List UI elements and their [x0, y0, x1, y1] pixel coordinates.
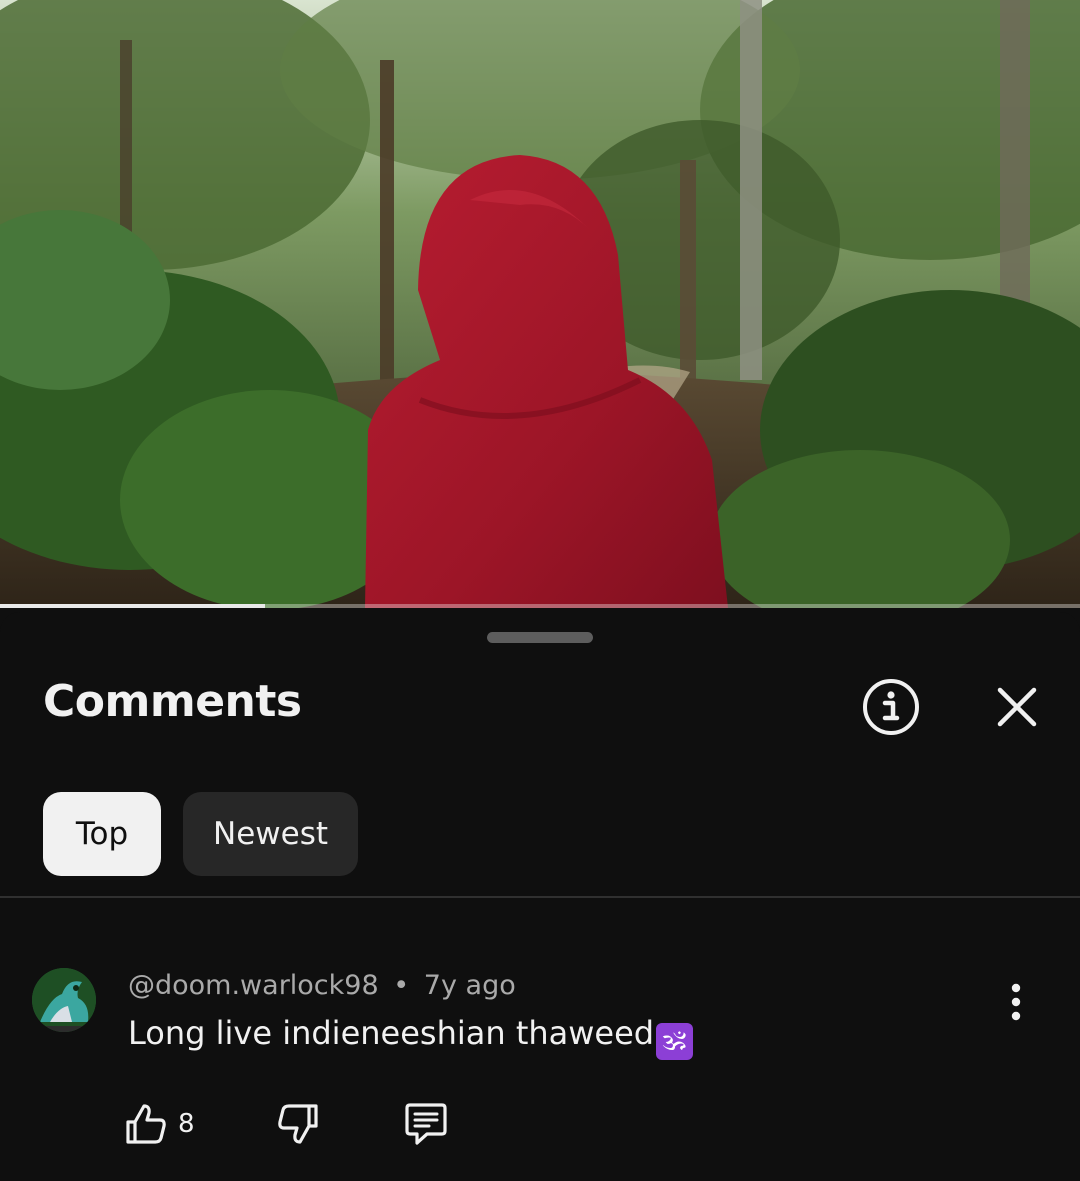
comment-author[interactable]: @doom.warlock98	[128, 970, 379, 1001]
comment-meta: @doom.warlock98 • 7y ago	[128, 970, 516, 1001]
om-emoji: 🕉	[656, 1023, 694, 1060]
info-circle-icon	[863, 679, 919, 735]
comment-item: @doom.warlock98 • 7y ago Long live indie…	[0, 968, 1080, 1178]
dislike-button[interactable]	[270, 1096, 326, 1152]
sort-chip-newest[interactable]: Newest	[183, 792, 358, 876]
comments-panel: Comments Top Newest @doom.warlock98 • 7y…	[0, 612, 1080, 1181]
close-icon	[997, 687, 1037, 727]
video-player[interactable]	[0, 0, 1080, 608]
meta-separator: •	[393, 970, 410, 1001]
more-vertical-icon	[1011, 983, 1021, 1021]
divider	[0, 896, 1080, 898]
like-button[interactable]: 8	[124, 1096, 195, 1152]
drag-handle[interactable]	[487, 632, 593, 643]
reply-comment-icon	[405, 1103, 447, 1145]
video-progress-bar[interactable]	[0, 604, 1080, 608]
video-progress-fill	[0, 604, 265, 608]
thumbs-down-icon	[278, 1104, 318, 1144]
thumbs-up-icon	[126, 1104, 166, 1144]
reply-button[interactable]	[398, 1096, 454, 1152]
comments-title: Comments	[43, 676, 302, 727]
close-button[interactable]	[990, 680, 1044, 734]
comment-text: Long live indieneeshian thaweed	[128, 1014, 655, 1052]
avatar[interactable]	[32, 968, 96, 1032]
sort-chip-top[interactable]: Top	[43, 792, 161, 876]
avatar-image	[32, 968, 96, 1032]
like-count: 8	[178, 1109, 195, 1139]
video-frame-forest-figure	[0, 0, 1080, 608]
comment-timestamp: 7y ago	[423, 970, 516, 1001]
comment-body: Long live indieneeshian thaweed 🕉	[128, 1014, 694, 1060]
info-button[interactable]	[862, 678, 920, 736]
comment-more-button[interactable]	[998, 972, 1034, 1032]
